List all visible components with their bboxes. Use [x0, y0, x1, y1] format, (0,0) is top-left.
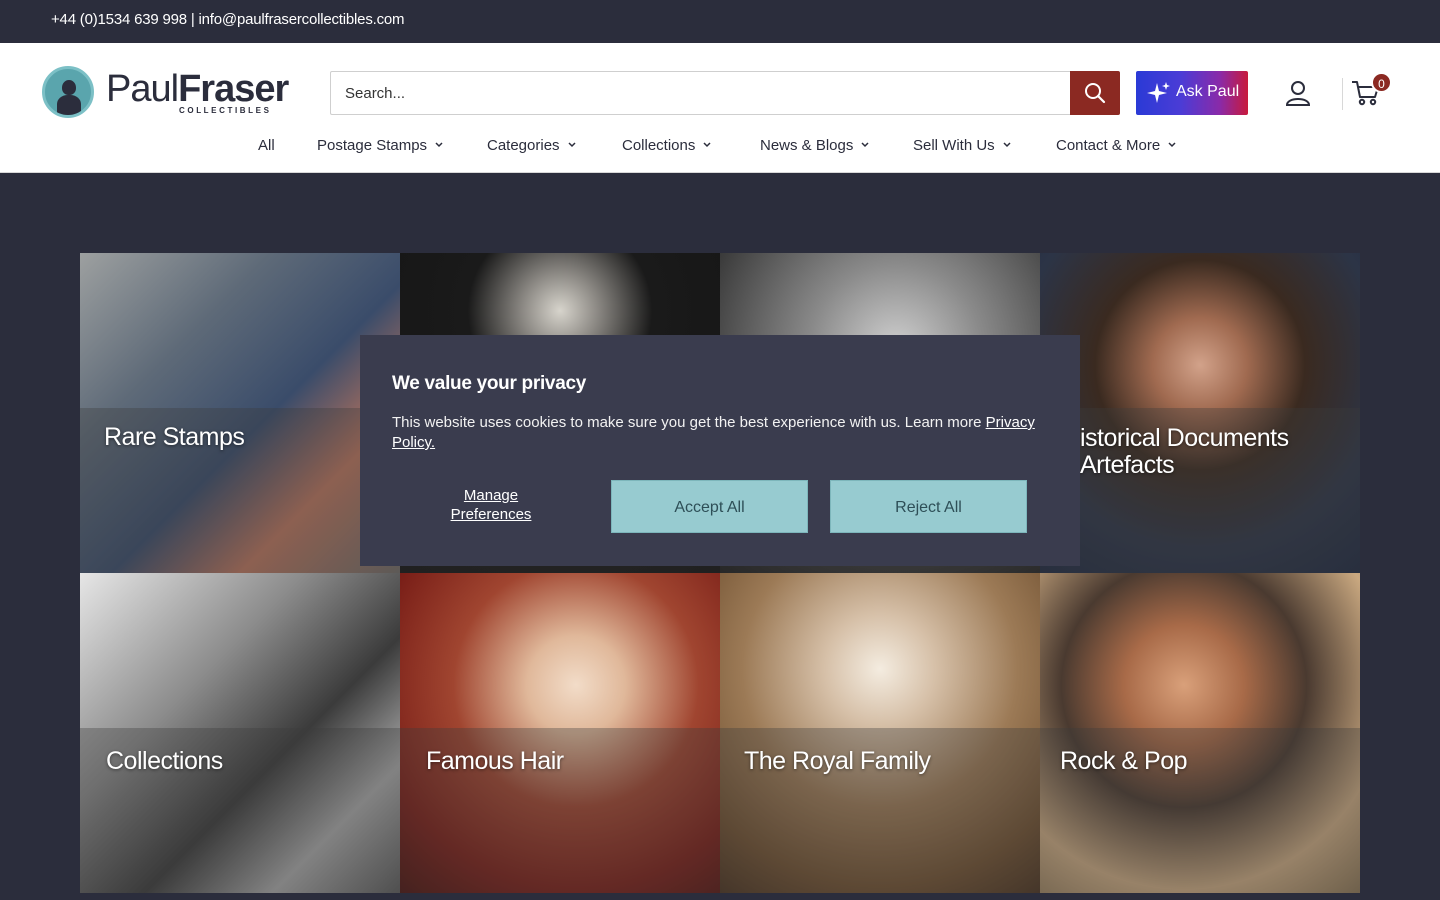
sparkle-icon	[1147, 82, 1170, 103]
category-tile-rock-pop[interactable]: Rock & Pop	[1040, 573, 1360, 893]
nav-label: All	[258, 137, 275, 154]
cookie-message-text: This website uses cookies to make sure y…	[392, 414, 982, 431]
nav-item-categories[interactable]: Categories	[487, 137, 576, 154]
manage-preferences-line1: Manage	[463, 487, 519, 504]
logo-badge-icon	[42, 66, 94, 118]
nav-item-collections[interactable]: Collections	[622, 137, 711, 154]
nav-item-news-blogs[interactable]: News & Blogs	[760, 137, 869, 154]
category-tile-historical-documents[interactable]: istorical Documents Artefacts	[1040, 253, 1360, 573]
ask-paul-label: Ask Paul	[1176, 83, 1240, 100]
site-logo[interactable]: PaulFraser COLLECTIBLES	[42, 66, 289, 118]
chevron-down-icon	[1003, 142, 1011, 148]
category-tile-famous-hair[interactable]: Famous Hair	[400, 573, 720, 893]
search-bar	[330, 71, 1120, 115]
nav-label: Postage Stamps	[317, 137, 428, 154]
accept-all-button[interactable]: Accept All	[611, 480, 808, 533]
chevron-down-icon	[568, 142, 576, 148]
logo-wordmark: PaulFraser	[106, 68, 289, 110]
search-icon	[1085, 83, 1106, 104]
nav-item-postage-stamps[interactable]: Postage Stamps	[317, 137, 443, 154]
manage-preferences-link[interactable]: Manage Preferences	[420, 486, 562, 524]
manage-preferences-line2: Preferences	[450, 506, 532, 523]
nav-label: Sell With Us	[913, 137, 995, 154]
chevron-down-icon	[861, 142, 869, 148]
nav-label: Collections	[622, 137, 696, 154]
tile-label: The Royal Family	[744, 747, 931, 775]
nav-label: Categories	[487, 137, 560, 154]
search-button[interactable]	[1070, 71, 1120, 115]
top-bar: +44 (0)1534 639 998 | info@paulfrasercol…	[0, 0, 1440, 43]
nav-label: Contact & More	[1056, 137, 1161, 154]
category-tile-royal-family[interactable]: The Royal Family	[720, 573, 1040, 893]
nav-item-sell-with-us[interactable]: Sell With Us	[913, 137, 1011, 154]
tile-label: Collections	[106, 747, 223, 775]
logo-name-part2: Fraser	[178, 68, 289, 110]
reject-all-button[interactable]: Reject All	[830, 480, 1027, 533]
main-nav: All Postage Stamps Categories Collection…	[0, 137, 1440, 157]
tile-label: Famous Hair	[426, 747, 564, 775]
cookie-title: We value your privacy	[392, 373, 586, 394]
nav-item-contact-more[interactable]: Contact & More	[1056, 137, 1176, 154]
search-input[interactable]	[330, 71, 1071, 115]
tile-label: Rock & Pop	[1060, 747, 1188, 775]
tile-label: Rare Stamps	[104, 423, 245, 451]
nav-label: News & Blogs	[760, 137, 854, 154]
cookie-message: This website uses cookies to make sure y…	[392, 413, 1052, 453]
logo-subtitle: COLLECTIBLES	[179, 106, 272, 115]
category-tile-collections[interactable]: Collections	[80, 573, 400, 893]
chevron-down-icon	[703, 142, 711, 148]
tile-label: istorical Documents Artefacts	[1080, 424, 1289, 479]
category-tile-rare-stamps[interactable]: Rare Stamps	[80, 253, 400, 573]
site-header: PaulFraser COLLECTIBLES Ask Paul 0 All P…	[0, 43, 1440, 173]
ask-paul-button[interactable]: Ask Paul	[1136, 71, 1248, 115]
chevron-down-icon	[1168, 142, 1176, 148]
header-divider	[1342, 78, 1343, 110]
contact-info[interactable]: +44 (0)1534 639 998 | info@paulfrasercol…	[51, 11, 405, 28]
account-icon[interactable]	[1285, 80, 1311, 106]
nav-item-all[interactable]: All	[258, 137, 275, 154]
chevron-down-icon	[435, 142, 443, 148]
cart-count-badge[interactable]: 0	[1371, 72, 1392, 93]
logo-name-part1: Paul	[106, 68, 179, 110]
cookie-consent-dialog: We value your privacy This website uses …	[360, 335, 1080, 566]
